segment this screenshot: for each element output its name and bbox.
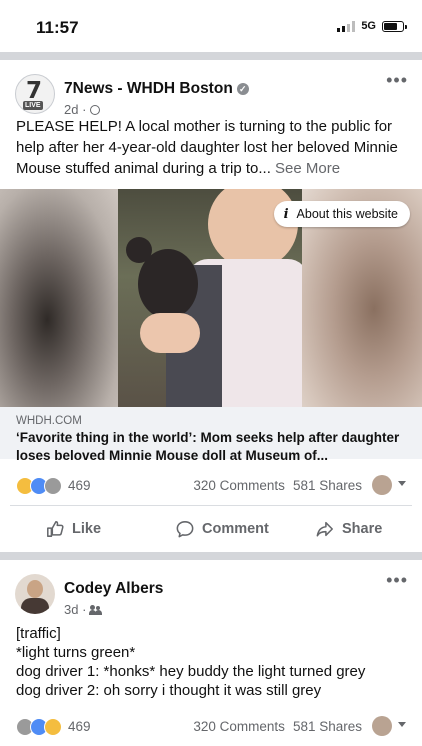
about-website-button[interactable]: i About this website [273, 201, 410, 227]
friends-icon [89, 605, 103, 615]
engagement-bar: 469 320 Comments 581 Shares [0, 710, 422, 746]
post-header: 7 LIVE 7News - WHDH Boston ✓ 2d · ••• [0, 60, 422, 117]
signal-icon [337, 20, 356, 32]
see-more-link[interactable]: See More [275, 160, 340, 177]
reaction-count[interactable]: 469 [68, 478, 91, 493]
share-icon [316, 521, 333, 537]
link-preview-image[interactable]: i About this website [0, 189, 422, 407]
post-stats: 320 Comments 581 Shares [193, 478, 362, 493]
share-label: Share [342, 521, 383, 537]
page-name: 7News - WHDH Boston [64, 80, 233, 97]
network-label: 5G [361, 20, 376, 32]
verified-icon: ✓ [236, 83, 249, 95]
share-as-avatar[interactable] [372, 716, 392, 736]
feed-separator [0, 552, 422, 560]
chevron-down-icon[interactable] [398, 722, 406, 727]
shares-count[interactable]: 581 Shares [293, 478, 362, 493]
image-blur-left [0, 189, 118, 407]
live-badge: LIVE [23, 101, 43, 110]
link-title: ‘Favorite thing in the world’: Mom seeks… [16, 430, 400, 463]
clock-time: 11:57 [36, 18, 79, 37]
post-line: [traffic] [16, 625, 61, 642]
comment-icon [176, 521, 194, 538]
reaction-icons[interactable] [16, 718, 62, 736]
share-as-avatar[interactable] [372, 475, 392, 495]
page-avatar[interactable]: 7 LIVE [15, 74, 55, 114]
page-name-link[interactable]: 7News - WHDH Boston ✓ [64, 80, 249, 98]
battery-icon [382, 20, 407, 32]
chevron-down-icon[interactable] [398, 481, 406, 486]
reaction-icons[interactable] [16, 477, 62, 495]
shares-count[interactable]: 581 Shares [293, 719, 362, 734]
post-meta: 2d · [64, 102, 101, 117]
post-body: [traffic] *light turns green* dog driver… [0, 624, 422, 700]
info-icon: i [283, 206, 289, 222]
comments-count[interactable]: 320 Comments [193, 478, 285, 493]
author-name: Codey Albers [64, 580, 164, 597]
share-button[interactable]: Share [316, 516, 382, 542]
post-header: Codey Albers 3d · ••• [0, 560, 422, 617]
like-icon [47, 521, 64, 537]
post-time: 2d · [64, 102, 87, 117]
news-post: 7 LIVE 7News - WHDH Boston ✓ 2d · ••• PLE… [0, 60, 422, 552]
post-body-text: PLEASE HELP! A local mother is turning t… [16, 118, 398, 177]
reaction-count[interactable]: 469 [68, 719, 91, 734]
post-meta: 3d · [64, 602, 103, 617]
author-name-link[interactable]: Codey Albers [64, 580, 163, 598]
globe-icon [90, 105, 101, 115]
like-label: Like [72, 521, 102, 537]
about-website-label: About this website [296, 207, 398, 221]
more-icon[interactable]: ••• [386, 70, 408, 91]
engagement-bar: 469 320 Comments 581 Shares [0, 469, 422, 505]
sad-reaction-icon [44, 477, 62, 495]
comment-button[interactable]: Comment [176, 516, 269, 542]
user-post: Codey Albers 3d · ••• [traffic] *light t… [0, 560, 422, 746]
status-icons: 5G [337, 20, 407, 32]
post-line: dog driver 2: oh sorry i thought it was … [16, 682, 322, 699]
post-stats: 320 Comments 581 Shares [193, 719, 362, 734]
post-time: 3d · [64, 602, 87, 617]
care-reaction-icon [44, 718, 62, 736]
comment-label: Comment [202, 521, 269, 537]
comments-count[interactable]: 320 Comments [193, 719, 285, 734]
post-actions: Like Comment Share [10, 505, 412, 552]
more-icon[interactable]: ••• [386, 570, 408, 591]
feed-separator [0, 52, 422, 60]
status-bar: 11:57 5G [0, 0, 422, 52]
photo-child-with-doll [118, 189, 302, 407]
post-line: *light turns green* [16, 644, 136, 661]
link-domain: WHDH.COM [16, 415, 82, 427]
like-button[interactable]: Like [46, 516, 101, 542]
post-body: PLEASE HELP! A local mother is turning t… [0, 116, 422, 179]
post-line: dog driver 1: *honks* hey buddy the ligh… [16, 663, 366, 680]
link-preview[interactable]: WHDH.COM ‘Favorite thing in the world’: … [0, 407, 422, 463]
user-avatar[interactable] [15, 574, 55, 614]
